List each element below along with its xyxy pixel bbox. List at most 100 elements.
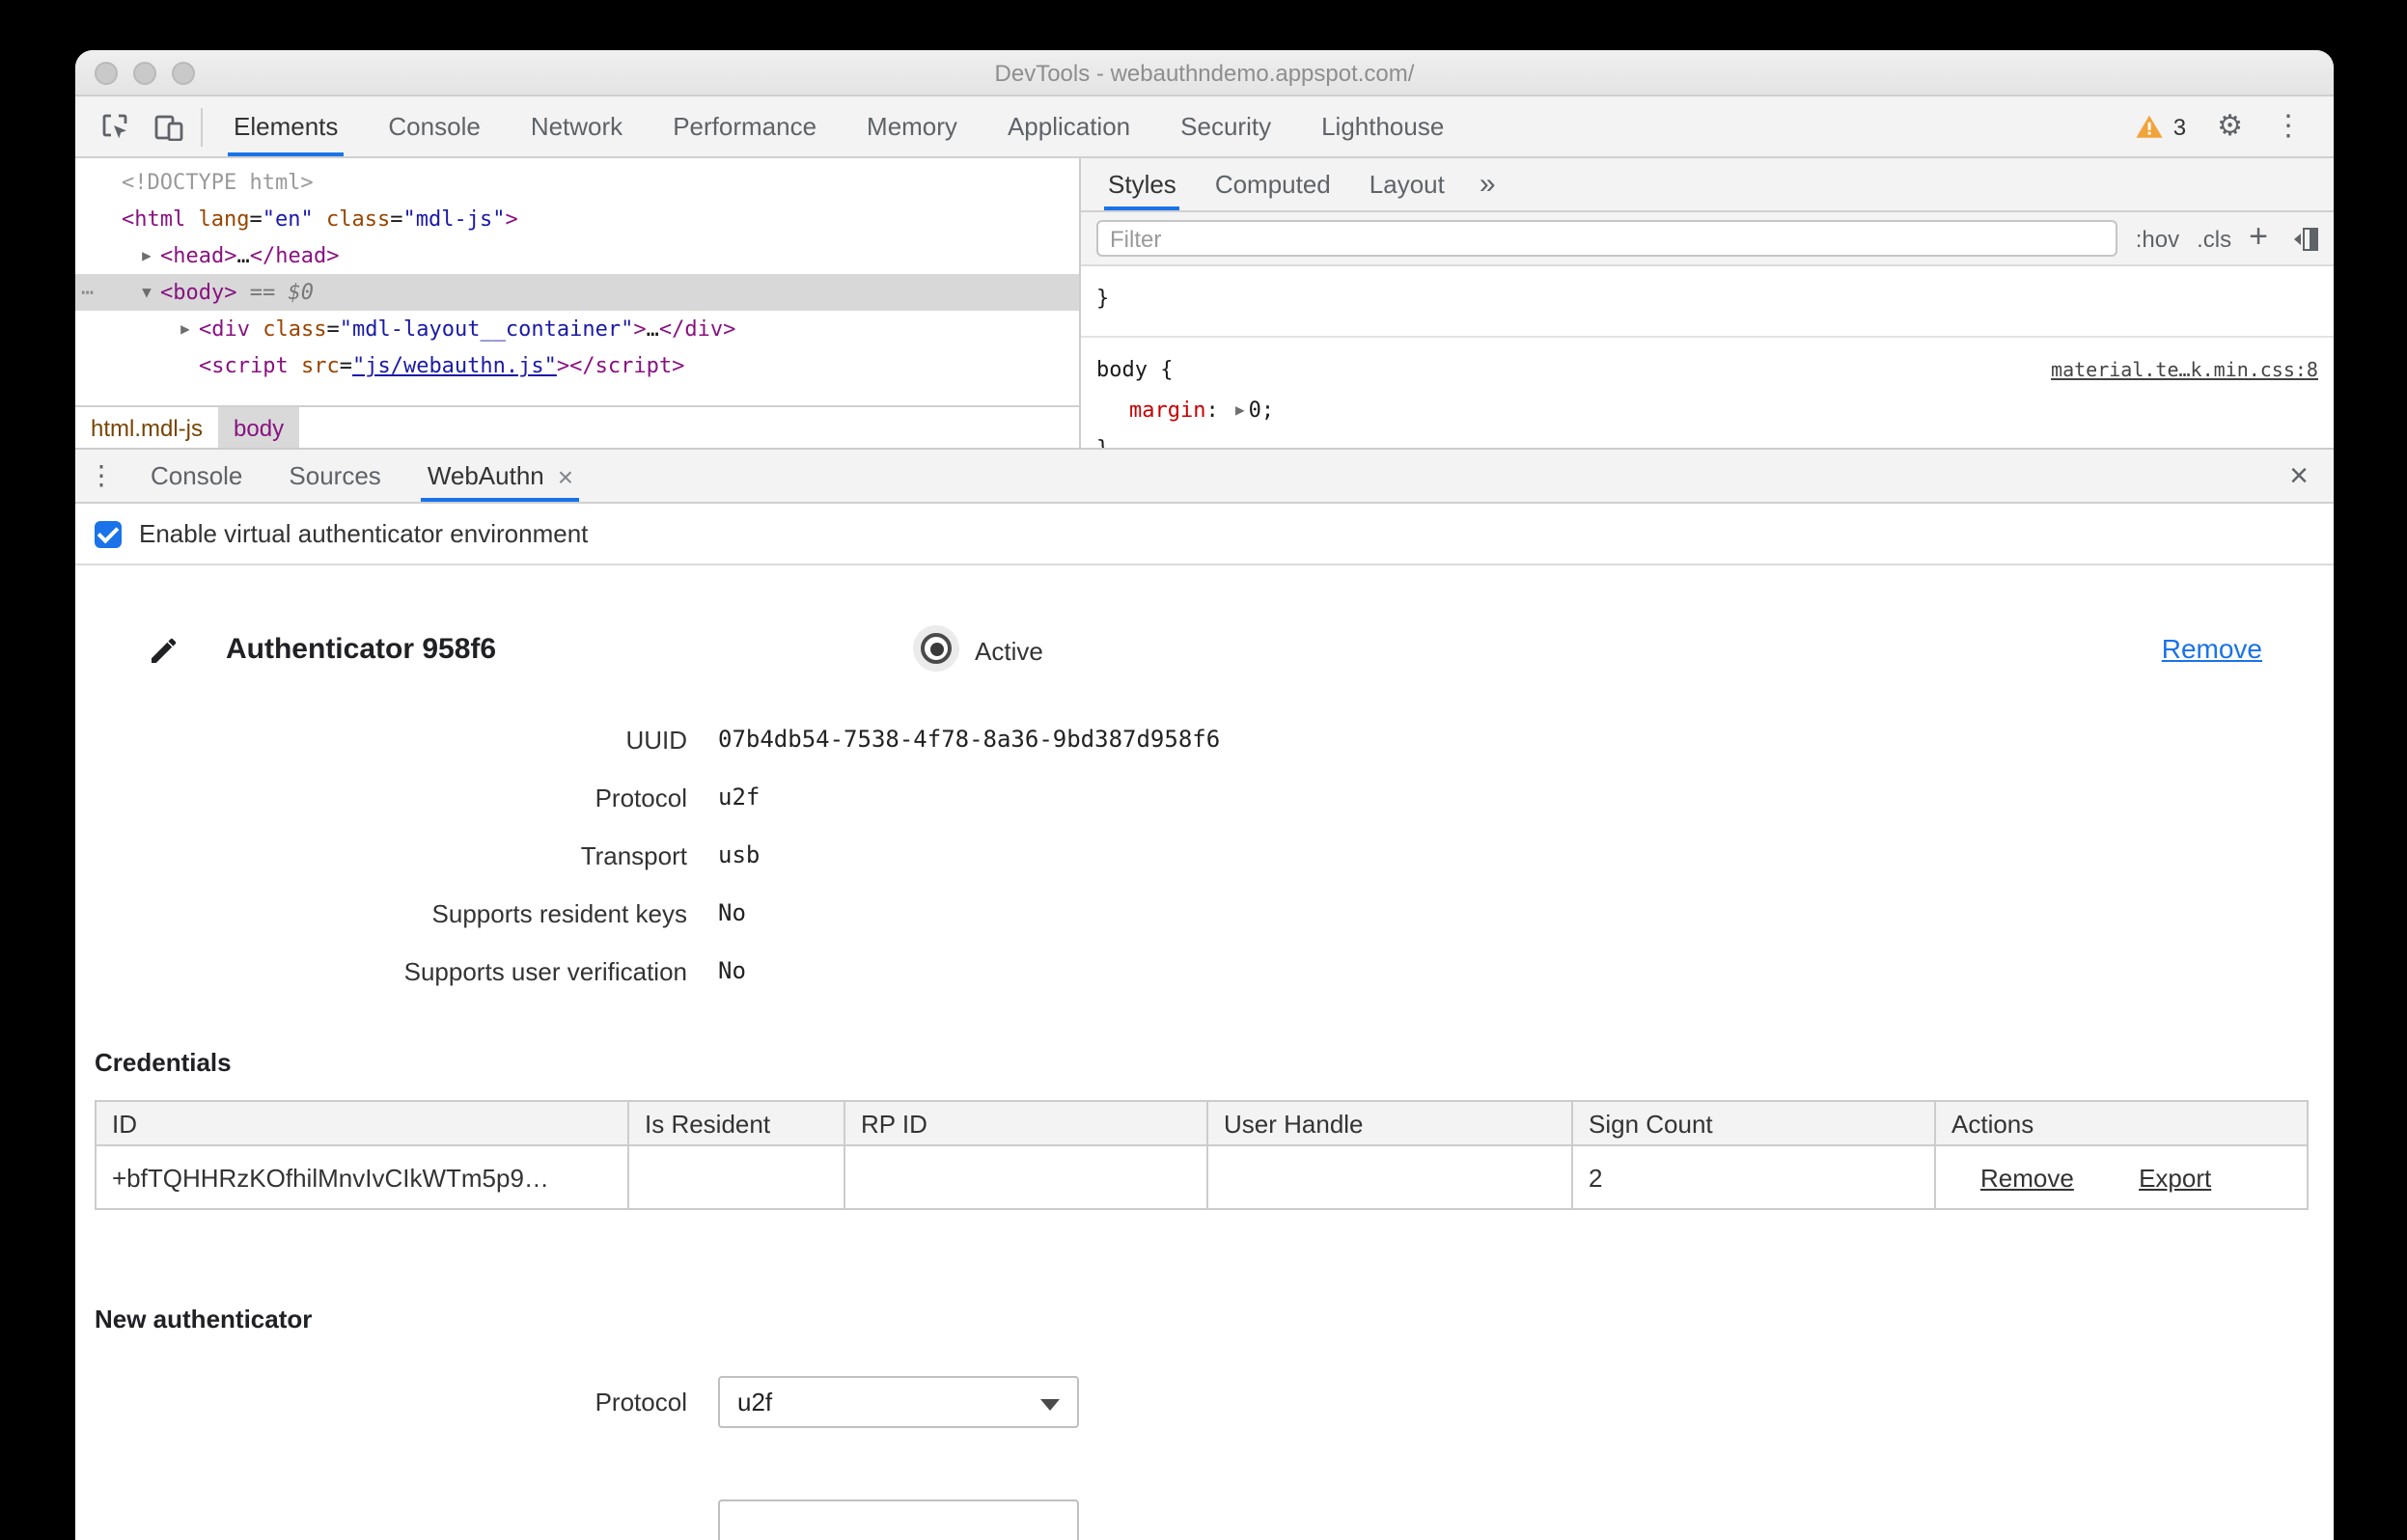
close-drawer-icon[interactable]: × bbox=[2264, 450, 2334, 502]
col-user-handle: User Handle bbox=[1206, 1100, 1573, 1146]
sidebar-tabs: Styles Computed Layout » bbox=[1081, 158, 2334, 212]
dom-node-head[interactable]: ▶ <head>…</head> bbox=[75, 237, 1079, 274]
css-source-link[interactable]: material.te…k.min.css:8 bbox=[2051, 353, 2318, 392]
drawer-tab-console[interactable]: Console bbox=[127, 450, 265, 502]
breadcrumb-html[interactable]: html.mdl-js bbox=[75, 407, 218, 448]
screenshot-root: DevTools - webauthndemo.appspot.com/ Ele… bbox=[0, 0, 2407, 1540]
tab-styles[interactable]: Styles bbox=[1089, 158, 1196, 210]
drawer-menu-icon[interactable]: ⋮ bbox=[75, 450, 127, 502]
zoom-window-button[interactable] bbox=[172, 61, 195, 84]
tab-security[interactable]: Security bbox=[1155, 96, 1296, 156]
toggle-class-button[interactable]: .cls bbox=[2197, 225, 2231, 252]
export-credential-link[interactable]: Export bbox=[2139, 1163, 2211, 1192]
settings-gear-icon[interactable]: ⚙ bbox=[2217, 112, 2243, 141]
styles-sidebar: Styles Computed Layout » :hov .cls + } b… bbox=[1081, 158, 2334, 448]
protocol-select[interactable]: u2f bbox=[718, 1376, 1079, 1428]
dom-node-html[interactable]: <html lang="en" class="mdl-js"> bbox=[75, 201, 1079, 237]
styles-filter-bar: :hov .cls + bbox=[1081, 212, 2334, 266]
credentials-table: ID Is Resident RP ID User Handle Sign Co… bbox=[95, 1100, 2309, 1210]
authenticator-header: Authenticator 958f6 Active Remove bbox=[75, 623, 2334, 681]
minimize-window-button[interactable] bbox=[133, 61, 156, 84]
toggle-computed-sidebar-icon[interactable] bbox=[2285, 227, 2318, 250]
css-declaration-margin[interactable]: margin: ▶ 0; bbox=[1096, 392, 2318, 430]
script-src-link[interactable]: "js/webauthn.js" bbox=[352, 353, 557, 378]
cell-id: +bfTQHHRzKOfhilMnvIvCIkWTm5p9… bbox=[95, 1144, 629, 1210]
col-actions: Actions bbox=[1934, 1100, 2309, 1146]
inline-menu-dots-icon[interactable]: ⋯ bbox=[81, 274, 94, 311]
cell-actions: Remove Export bbox=[1934, 1144, 2309, 1210]
dom-node-script[interactable]: <script src="js/webauthn.js"></script> bbox=[75, 347, 1079, 384]
remove-credential-link[interactable]: Remove bbox=[1980, 1163, 2074, 1192]
active-label: Active bbox=[975, 637, 1043, 666]
tab-performance[interactable]: Performance bbox=[648, 96, 842, 156]
webauthn-panel: Authenticator 958f6 Active Remove UUID 07… bbox=[75, 565, 2334, 1540]
authenticator-fields: UUID 07b4db54-7538-4f78-8a36-9bd387d958f6… bbox=[75, 710, 1221, 1000]
main-toolbar: Elements Console Network Performance Mem… bbox=[75, 96, 2334, 158]
edit-pencil-icon[interactable] bbox=[149, 635, 180, 666]
protocol-label: Protocol bbox=[595, 1388, 687, 1416]
warnings-badge[interactable]: 3 bbox=[2135, 113, 2186, 140]
enable-virtual-authenticator-label: Enable virtual authenticator environment bbox=[139, 519, 589, 548]
drawer: ⋮ Console Sources WebAuthn × × Enable vir… bbox=[75, 448, 2334, 1540]
dom-node-body-selected[interactable]: ⋯ ▼ <body> == $0 bbox=[75, 274, 1079, 311]
drawer-tab-webauthn[interactable]: WebAuthn × bbox=[404, 450, 596, 502]
panel-tabs: Elements Console Network Performance Mem… bbox=[208, 96, 1469, 156]
warning-triangle-icon bbox=[2136, 115, 2163, 138]
rule-close-brace: } bbox=[1096, 430, 2318, 448]
credential-row: +bfTQHHRzKOfhilMnvIvCIkWTm5p9… 2 Remove … bbox=[95, 1144, 2309, 1210]
col-sign-count: Sign Count bbox=[1571, 1100, 1936, 1146]
new-authenticator-heading: New authenticator bbox=[95, 1305, 313, 1334]
col-is-resident: Is Resident bbox=[627, 1100, 845, 1146]
collapse-arrow-icon[interactable]: ▼ bbox=[133, 274, 160, 311]
col-id: ID bbox=[95, 1100, 629, 1146]
cell-is-resident bbox=[627, 1144, 845, 1210]
dom-node-div-container[interactable]: ▶ <div class="mdl-layout__container">…</d… bbox=[75, 311, 1079, 347]
body-style-rule: body { material.te…k.min.css:8 margin: ▶… bbox=[1081, 338, 2334, 448]
cell-sign-count: 2 bbox=[1571, 1144, 1936, 1210]
devtools-window: DevTools - webauthndemo.appspot.com/ Ele… bbox=[75, 50, 2334, 1540]
breadcrumb-body[interactable]: body bbox=[218, 407, 300, 448]
transport-select-partial[interactable] bbox=[718, 1499, 1079, 1540]
enable-virtual-authenticator-checkbox[interactable] bbox=[95, 520, 122, 547]
tab-elements[interactable]: Elements bbox=[208, 96, 363, 156]
device-toolbar-icon[interactable] bbox=[141, 101, 195, 151]
remove-authenticator-link[interactable]: Remove bbox=[2162, 633, 2262, 664]
more-tabs-icon[interactable]: » bbox=[1464, 158, 1511, 210]
credentials-header-row: ID Is Resident RP ID User Handle Sign Co… bbox=[95, 1100, 2309, 1146]
styles-filter-input[interactable] bbox=[1096, 220, 2118, 257]
tab-computed[interactable]: Computed bbox=[1196, 158, 1350, 210]
field-row-uuid: UUID 07b4db54-7538-4f78-8a36-9bd387d958f6 bbox=[625, 725, 1221, 754]
toggle-element-state-button[interactable]: :hov bbox=[2136, 225, 2179, 252]
field-row-user-verification: Supports user verification No bbox=[403, 956, 746, 985]
field-row-resident-keys: Supports resident keys No bbox=[431, 898, 746, 927]
close-window-button[interactable] bbox=[95, 61, 118, 84]
cell-user-handle bbox=[1206, 1144, 1573, 1210]
css-selector[interactable]: body bbox=[1096, 357, 1148, 382]
toolbar-right-icons: 3 ⚙ ⋮ bbox=[2135, 96, 2334, 156]
field-row-transport: Transport usb bbox=[580, 840, 761, 869]
credentials-heading: Credentials bbox=[95, 1048, 232, 1077]
more-options-icon[interactable]: ⋮ bbox=[2274, 112, 2303, 141]
expand-value-icon[interactable]: ▶ bbox=[1235, 401, 1245, 419]
cell-rp-id bbox=[844, 1144, 1208, 1210]
window-title: DevTools - webauthndemo.appspot.com/ bbox=[994, 59, 1415, 86]
traffic-lights bbox=[95, 61, 195, 84]
inspect-element-icon[interactable] bbox=[87, 101, 141, 151]
active-radio[interactable] bbox=[921, 633, 952, 664]
warning-count: 3 bbox=[2172, 113, 2187, 140]
dom-node-doctype[interactable]: <!DOCTYPE html> bbox=[75, 164, 1079, 201]
new-style-rule-button[interactable]: + bbox=[2249, 220, 2268, 253]
expand-arrow-icon[interactable]: ▶ bbox=[133, 237, 160, 274]
tab-layout[interactable]: Layout bbox=[1350, 158, 1464, 210]
expand-arrow-icon[interactable]: ▶ bbox=[172, 311, 199, 347]
window-titlebar: DevTools - webauthndemo.appspot.com/ bbox=[75, 50, 2334, 96]
close-tab-icon[interactable]: × bbox=[558, 462, 573, 489]
tab-console[interactable]: Console bbox=[363, 96, 505, 156]
tab-lighthouse[interactable]: Lighthouse bbox=[1296, 96, 1469, 156]
tab-memory[interactable]: Memory bbox=[842, 96, 982, 156]
tab-network[interactable]: Network bbox=[506, 96, 648, 156]
field-row-protocol: Protocol u2f bbox=[595, 783, 761, 811]
drawer-tab-sources[interactable]: Sources bbox=[265, 450, 403, 502]
tab-application[interactable]: Application bbox=[982, 96, 1155, 156]
toolbar-left-icons bbox=[75, 96, 208, 156]
